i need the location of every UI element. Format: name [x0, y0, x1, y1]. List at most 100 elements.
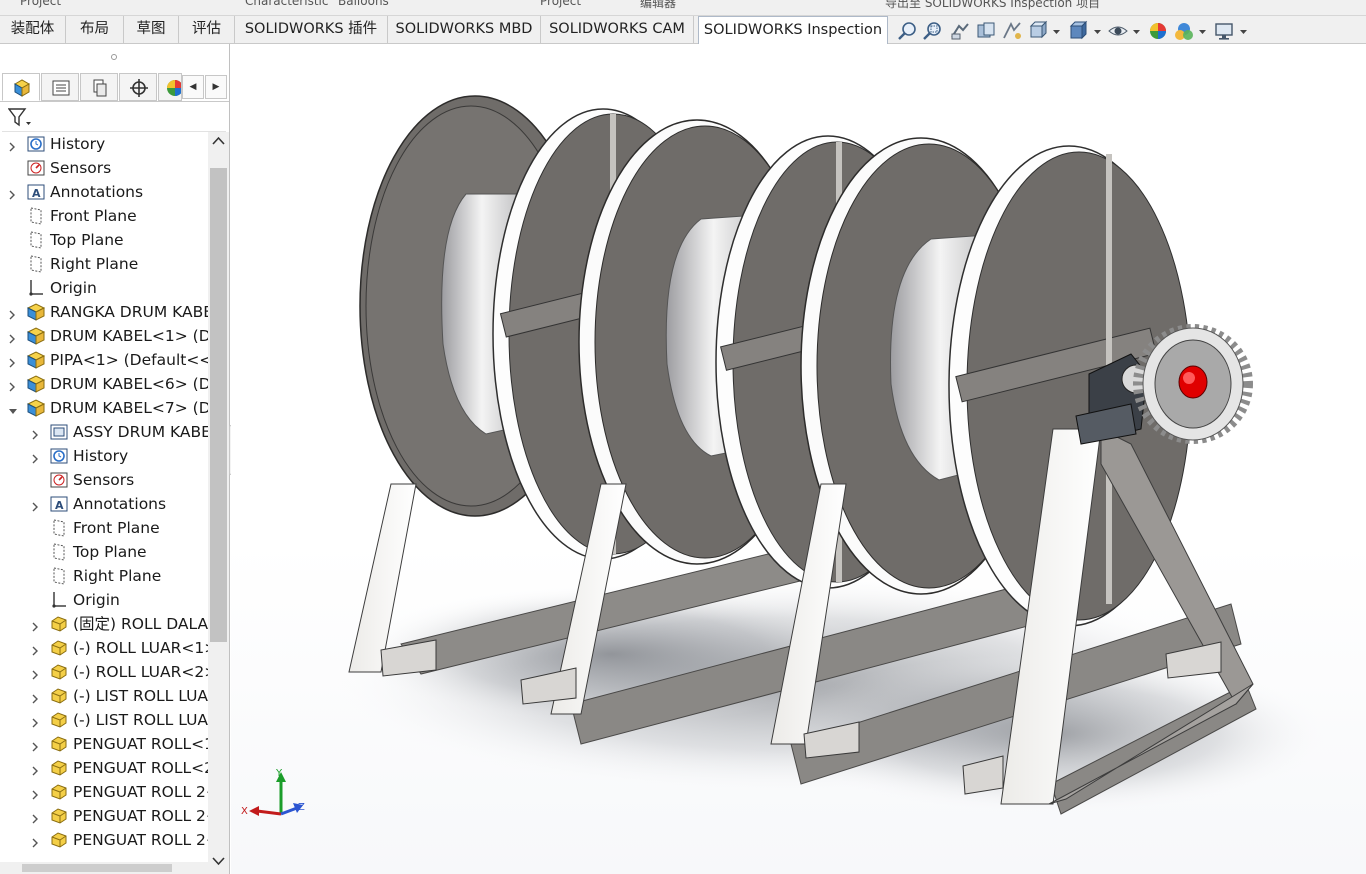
dynamic-annotation-icon[interactable] — [1001, 20, 1023, 42]
collapse-arrow-icon[interactable] — [8, 402, 17, 414]
tab-assembly[interactable]: 装配体 — [0, 16, 66, 44]
expand-arrow-icon[interactable] — [8, 138, 16, 152]
tabs-scroll-left-button[interactable]: ◀ — [182, 75, 204, 99]
manager-tabs: ◀ ▶ — [0, 72, 229, 102]
tree-item[interactable]: Right Plane — [0, 564, 208, 588]
expand-arrow-icon[interactable] — [31, 618, 39, 632]
tree-item[interactable]: History — [0, 132, 208, 156]
tree-item[interactable]: (固定) ROLL DALAM — [0, 612, 208, 636]
tree-item[interactable]: Sensors — [0, 468, 208, 492]
expand-arrow-icon[interactable] — [31, 786, 39, 800]
tree-item[interactable]: DRUM KABEL<6> (Default — [0, 372, 208, 396]
scrollbar-thumb[interactable] — [210, 168, 227, 642]
panel-grip[interactable] — [111, 54, 117, 60]
expand-arrow-icon[interactable] — [8, 354, 16, 368]
previous-view-icon[interactable] — [949, 20, 971, 42]
chevron-down-icon[interactable] — [1133, 28, 1140, 35]
apply-scene-icon[interactable] — [1173, 20, 1195, 42]
tree-item[interactable]: PENGUAT ROLL 2< — [0, 780, 208, 804]
scrollbar-thumb[interactable] — [22, 864, 172, 872]
tab-solidworks-mbd[interactable]: SOLIDWORKS MBD — [388, 16, 541, 44]
expand-arrow-icon[interactable] — [8, 378, 16, 392]
tree-item[interactable]: PENGUAT ROLL<1 — [0, 732, 208, 756]
tree-item[interactable]: A Annotations — [0, 180, 208, 204]
tree-item[interactable]: PENGUAT ROLL 2< — [0, 828, 208, 852]
tree-item[interactable]: DRUM KABEL<7> (Default — [0, 396, 208, 420]
hide-show-items-icon[interactable] — [1107, 20, 1129, 42]
tab-evaluate[interactable]: 评估 — [179, 16, 235, 44]
tree-horizontal-scrollbar[interactable] — [0, 862, 208, 874]
chevron-down-icon[interactable] — [1199, 28, 1206, 35]
scroll-down-icon[interactable] — [208, 854, 229, 868]
tree-item[interactable]: Origin — [0, 588, 208, 612]
tab-layout[interactable]: 布局 — [66, 16, 124, 44]
tab-propertymanager[interactable] — [41, 73, 79, 101]
tab-configurationmanager[interactable] — [80, 73, 118, 101]
tree-item[interactable]: A Annotations — [0, 492, 208, 516]
expand-arrow-icon[interactable] — [31, 642, 39, 656]
tree-item-label: Origin — [73, 591, 120, 609]
expand-arrow-icon[interactable] — [8, 186, 16, 200]
tree-item[interactable]: History — [0, 444, 208, 468]
ribbon-item[interactable]: 导出至 SOLIDWORKS Inspection 项目 — [885, 0, 1100, 11]
tree-item[interactable]: Right Plane — [0, 252, 208, 276]
zoom-to-area-icon[interactable] — [922, 20, 944, 42]
expand-arrow-icon[interactable] — [31, 498, 39, 512]
view-orientation-icon[interactable] — [1027, 20, 1049, 42]
tab-solidworks-cam[interactable]: SOLIDWORKS CAM — [541, 16, 694, 44]
ribbon-item[interactable]: Project — [540, 0, 581, 8]
expand-arrow-icon[interactable] — [31, 426, 39, 440]
tree-item[interactable]: (-) LIST ROLL LUAR — [0, 708, 208, 732]
expand-arrow-icon[interactable] — [8, 306, 16, 320]
ribbon-item[interactable]: Characteristic — [245, 0, 328, 8]
tab-sketch[interactable]: 草图 — [124, 16, 179, 44]
chevron-down-icon[interactable] — [1240, 28, 1247, 35]
graphics-area[interactable]: Y X Z — [231, 44, 1366, 874]
tree-item[interactable]: Sensors — [0, 156, 208, 180]
chevron-down-icon[interactable] — [1094, 28, 1101, 35]
tab-featuremanager[interactable] — [2, 73, 40, 101]
tabs-scroll-right-button[interactable]: ▶ — [205, 75, 227, 99]
expand-arrow-icon[interactable] — [31, 666, 39, 680]
tree-item[interactable]: DRUM KABEL<1> (Default — [0, 324, 208, 348]
ribbon-item[interactable]: Balloons — [338, 0, 389, 8]
expand-arrow-icon[interactable] — [31, 810, 39, 824]
tree-item[interactable]: Top Plane — [0, 228, 208, 252]
chevron-down-icon[interactable] — [1053, 28, 1060, 35]
tree-item[interactable]: (-) ROLL LUAR<1> — [0, 636, 208, 660]
tree-item[interactable]: (-) ROLL LUAR<2> — [0, 660, 208, 684]
edit-appearance-icon[interactable] — [1147, 20, 1169, 42]
ribbon-item[interactable]: Project — [20, 0, 61, 8]
tree-item[interactable]: Front Plane — [0, 204, 208, 228]
tab-displaymanager[interactable] — [158, 73, 182, 101]
display-style-icon[interactable] — [1067, 20, 1089, 42]
zoom-to-fit-icon[interactable] — [897, 20, 919, 42]
ribbon-item[interactable]: 编辑器 — [640, 0, 676, 11]
tree-item[interactable]: PENGUAT ROLL<2 — [0, 756, 208, 780]
tree-item[interactable]: Front Plane — [0, 516, 208, 540]
expand-arrow-icon[interactable] — [31, 762, 39, 776]
tab-solidworks-inspection[interactable]: SOLIDWORKS Inspection — [698, 16, 888, 45]
filter-icon[interactable] — [8, 107, 32, 129]
tree-item[interactable]: PENGUAT ROLL 2< — [0, 804, 208, 828]
expand-arrow-icon[interactable] — [31, 834, 39, 848]
tree-item[interactable]: Top Plane — [0, 540, 208, 564]
tree-item[interactable]: PIPA<1> (Default<<Default — [0, 348, 208, 372]
expand-arrow-icon[interactable] — [31, 738, 39, 752]
tab-solidworks-addins[interactable]: SOLIDWORKS 插件 — [235, 16, 388, 44]
tree-item[interactable]: ASSY DRUM KABEL — [0, 420, 208, 444]
model-render[interactable]: Y X Z — [231, 44, 1366, 874]
tree-item[interactable]: (-) LIST ROLL LUAR — [0, 684, 208, 708]
scroll-up-icon[interactable] — [208, 134, 229, 148]
expand-arrow-icon[interactable] — [31, 690, 39, 704]
tree-vertical-scrollbar[interactable] — [208, 132, 229, 874]
tree-filter[interactable] — [2, 102, 226, 132]
section-view-icon[interactable] — [975, 20, 997, 42]
tab-dimxpertmanager[interactable] — [119, 73, 157, 101]
expand-arrow-icon[interactable] — [8, 330, 16, 344]
tree-item[interactable]: RANGKA DRUM KABEL — [0, 300, 208, 324]
expand-arrow-icon[interactable] — [31, 714, 39, 728]
view-settings-icon[interactable] — [1213, 20, 1235, 42]
tree-item[interactable]: Origin — [0, 276, 208, 300]
expand-arrow-icon[interactable] — [31, 450, 39, 464]
